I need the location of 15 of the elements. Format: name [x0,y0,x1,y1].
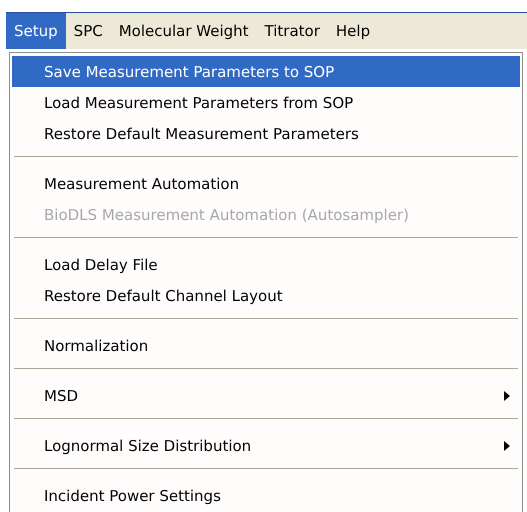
menu-item[interactable]: Restore Default Measurement Parameters [12,118,520,149]
menu-item[interactable]: Incident Power Settings [12,480,520,511]
menu-item[interactable]: Load Measurement Parameters from SOP [12,87,520,118]
menu-item[interactable]: MSD [12,380,520,411]
menu-bar-item[interactable]: Molecular Weight [110,13,257,49]
menu-item[interactable]: Normalization [12,330,520,361]
menu-bar-item[interactable]: Help [328,13,378,49]
menu-item[interactable]: Measurement Automation [12,168,520,199]
menu-bar-item[interactable]: Setup [6,13,66,49]
menu-item[interactable]: Save Measurement Parameters to SOP [12,56,520,87]
menu-bar-item[interactable]: Titrator [256,13,328,49]
menu-item[interactable]: Load Delay File [12,249,520,280]
menu-item[interactable]: Restore Default Channel Layout [12,280,520,311]
menu-item[interactable]: Lognormal Size Distribution [12,430,520,461]
menu-bar-item[interactable]: SPC [66,13,111,49]
